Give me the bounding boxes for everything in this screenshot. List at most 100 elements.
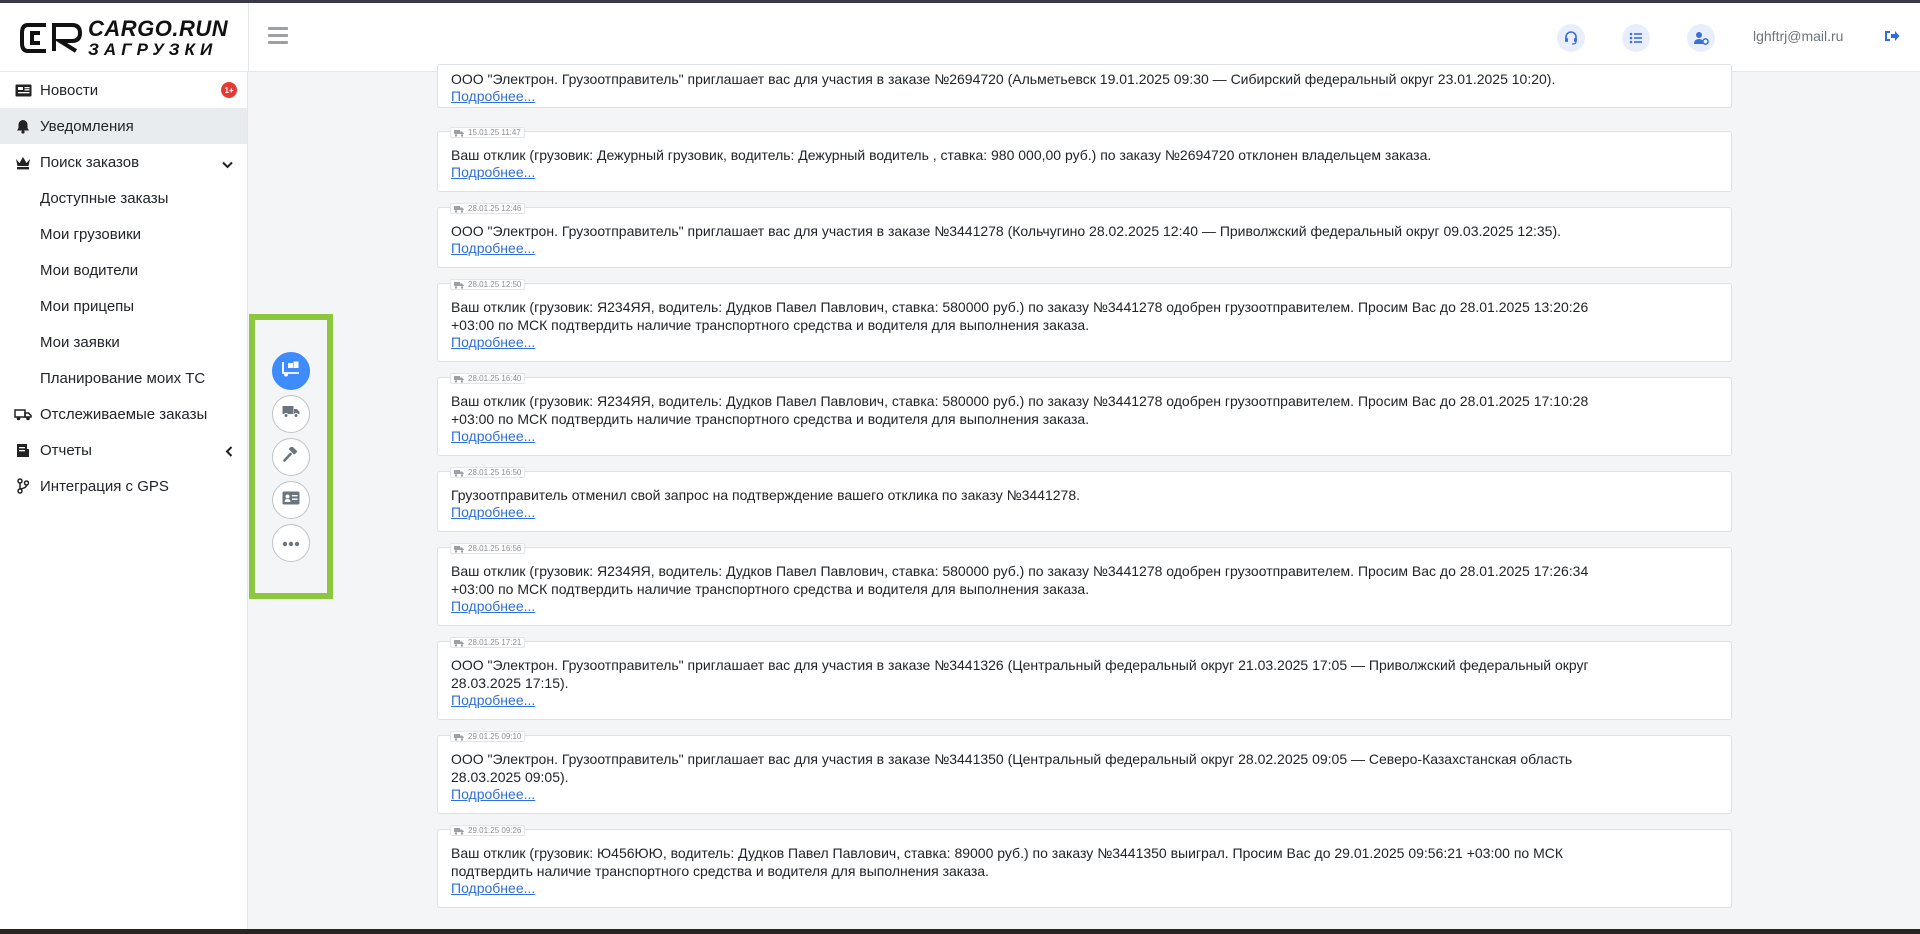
quick-action-auction[interactable]	[272, 438, 310, 476]
notification-timestamp: 29.01.25 09:10	[450, 731, 526, 742]
sidebar-subitem-available-orders[interactable]: Доступные заказы	[0, 180, 247, 216]
quick-action-more[interactable]	[272, 524, 310, 562]
sidebar-item-tracked-orders[interactable]: Отслеживаемые заказы	[0, 396, 247, 432]
truck-small-icon	[454, 129, 464, 137]
notification-card: 28.01.25 12:50 Ваш отклик (грузовик: Я23…	[437, 279, 1732, 362]
notification-text: Ваш отклик (грузовик: Я234ЯЯ, водитель: …	[451, 393, 1589, 409]
details-link[interactable]: Подробнее...	[451, 786, 535, 802]
notification-card: 28.01.25 16:40 Ваш отклик (грузовик: Я23…	[437, 373, 1732, 456]
notification-card: ООО "Электрон. Грузоотправитель" приглаш…	[437, 64, 1732, 108]
notification-card: 28.01.25 16:50 Грузоотправитель отменил …	[437, 467, 1732, 532]
notification-timestamp: 28.01.25 12:46	[450, 203, 526, 214]
notification-card: 15.01.25 11:47 Ваш отклик (грузовик: Деж…	[437, 127, 1732, 192]
quick-action-loading[interactable]	[272, 352, 310, 390]
details-link[interactable]: Подробнее...	[451, 88, 535, 104]
logo-subtitle: ЗАГРУЗКИ	[88, 40, 218, 59]
gavel-icon	[283, 445, 299, 468]
notification-timestamp: 28.01.25 12:50	[450, 279, 526, 290]
support-headset-icon[interactable]	[1557, 24, 1585, 52]
truck-small-icon	[454, 281, 464, 289]
quick-action-drivers[interactable]	[272, 481, 310, 519]
truck-small-icon	[454, 375, 464, 383]
notification-text-continued: 28.03.2025 09:05).	[451, 769, 569, 785]
truck-icon	[282, 405, 300, 423]
chess-king-icon	[14, 153, 32, 171]
chevron-down-icon	[222, 156, 233, 173]
notification-text-continued: 28.03.2025 17:15).	[451, 675, 569, 691]
notification-timestamp: 28.01.25 16:50	[450, 467, 526, 478]
notification-timestamp: 28.01.25 17:21	[450, 637, 526, 648]
chevron-left-icon	[225, 444, 233, 461]
sidebar-item-reports[interactable]: Отчеты	[0, 432, 247, 468]
more-dots-icon	[282, 534, 300, 552]
notification-text-continued: +03:00 по МСК подтвердить наличие трансп…	[451, 581, 1090, 597]
details-link[interactable]: Подробнее...	[451, 240, 535, 256]
truck-small-icon	[454, 545, 464, 553]
id-card-icon	[282, 491, 300, 510]
details-link[interactable]: Подробнее...	[451, 692, 535, 708]
details-link[interactable]: Подробнее...	[451, 334, 535, 350]
sidebar-item-notifications[interactable]: Уведомления	[0, 108, 247, 144]
details-link[interactable]: Подробнее...	[451, 164, 535, 180]
notification-text: Ваш отклик (грузовик: Я234ЯЯ, водитель: …	[451, 563, 1589, 579]
menu-toggle-icon[interactable]	[268, 27, 288, 47]
logo[interactable]: CARGO.RUN ЗАГРУЗКИ	[20, 18, 230, 58]
sidebar-item-news[interactable]: Новости 1+	[0, 72, 247, 108]
truck-small-icon	[454, 733, 464, 741]
bell-icon	[14, 117, 32, 135]
notification-card: 28.01.25 12:46 ООО "Электрон. Грузоотпра…	[437, 203, 1732, 268]
notification-timestamp: 15.01.25 11:47	[450, 127, 525, 138]
sidebar-subitem-my-drivers[interactable]: Мои водители	[0, 252, 247, 288]
quick-actions-panel	[249, 314, 333, 599]
sidebar-subitem-vehicle-planning[interactable]: Планирование моих ТС	[0, 360, 247, 396]
notification-text: Ваш отклик (грузовик: Ю456ЮЮ, водитель: …	[451, 845, 1564, 861]
quick-action-trucks[interactable]	[272, 395, 310, 433]
sidebar-item-label: Интеграция с GPS	[40, 477, 169, 495]
bottom-strip	[0, 929, 1920, 934]
user-email[interactable]: lghftrj@mail.ru	[1753, 28, 1843, 44]
details-link[interactable]: Подробнее...	[451, 428, 535, 444]
cargo-logo-icon	[20, 21, 83, 55]
details-link[interactable]: Подробнее...	[451, 880, 535, 896]
list-icon[interactable]	[1622, 24, 1650, 52]
truck-small-icon	[454, 827, 464, 835]
user-settings-icon[interactable]	[1687, 24, 1715, 52]
notification-text: ООО "Электрон. Грузоотправитель" приглаш…	[451, 657, 1589, 673]
notification-text-continued: +03:00 по МСК подтвердить наличие трансп…	[451, 411, 1090, 427]
news-count-badge: 1+	[221, 82, 237, 98]
sidebar-item-label: Новости	[40, 81, 99, 99]
truck-small-icon	[454, 469, 464, 477]
details-link[interactable]: Подробнее...	[451, 598, 535, 614]
notification-text: ООО "Электрон. Грузоотправитель" приглаш…	[451, 71, 1556, 87]
header-divider	[248, 3, 249, 72]
truck-loading-icon	[281, 361, 301, 382]
details-link[interactable]: Подробнее...	[451, 504, 535, 520]
sidebar-item-label: Уведомления	[40, 117, 134, 135]
notification-text-continued: +03:00 по МСК подтвердить наличие трансп…	[451, 317, 1090, 333]
notification-card: 28.01.25 16:56 Ваш отклик (грузовик: Я23…	[437, 543, 1732, 626]
notification-text-continued: подтвердить наличие транспортного средст…	[451, 863, 989, 879]
header: CARGO.RUN ЗАГРУЗКИ lghftrj@mail.ru	[0, 3, 1920, 72]
sidebar-subitem-my-trucks[interactable]: Мои грузовики	[0, 216, 247, 252]
notification-text: Грузоотправитель отменил свой запрос на …	[451, 487, 1081, 503]
sidebar: Новости 1+ Уведомления Поиск заказов Дос…	[0, 72, 248, 929]
notification-timestamp: 28.01.25 16:56	[450, 543, 526, 554]
sidebar-item-gps-integration[interactable]: Интеграция с GPS	[0, 468, 247, 504]
sidebar-subitem-my-trailers[interactable]: Мои прицепы	[0, 288, 247, 324]
newspaper-icon	[14, 81, 32, 99]
logo-title: CARGO.RUN	[88, 16, 229, 41]
sidebar-subitem-my-requests[interactable]: Мои заявки	[0, 324, 247, 360]
logout-icon[interactable]	[1884, 29, 1900, 48]
truck-small-icon	[454, 205, 464, 213]
notification-text: Ваш отклик (грузовик: Я234ЯЯ, водитель: …	[451, 299, 1589, 315]
sidebar-item-order-search[interactable]: Поиск заказов	[0, 144, 247, 180]
notification-timestamp: 28.01.25 16:40	[450, 373, 526, 384]
notification-text: ООО "Электрон. Грузоотправитель" приглаш…	[451, 751, 1573, 767]
sidebar-item-label: Отслеживаемые заказы	[40, 405, 208, 423]
notification-timestamp: 29.01.25 09:26	[450, 825, 526, 836]
notification-card: 29.01.25 09:26 Ваш отклик (грузовик: Ю45…	[437, 825, 1732, 908]
notification-text: Ваш отклик (грузовик: Дежурный грузовик,…	[451, 147, 1432, 163]
git-branch-icon	[14, 477, 32, 495]
sidebar-item-label: Отчеты	[40, 441, 92, 459]
report-icon	[14, 441, 32, 459]
